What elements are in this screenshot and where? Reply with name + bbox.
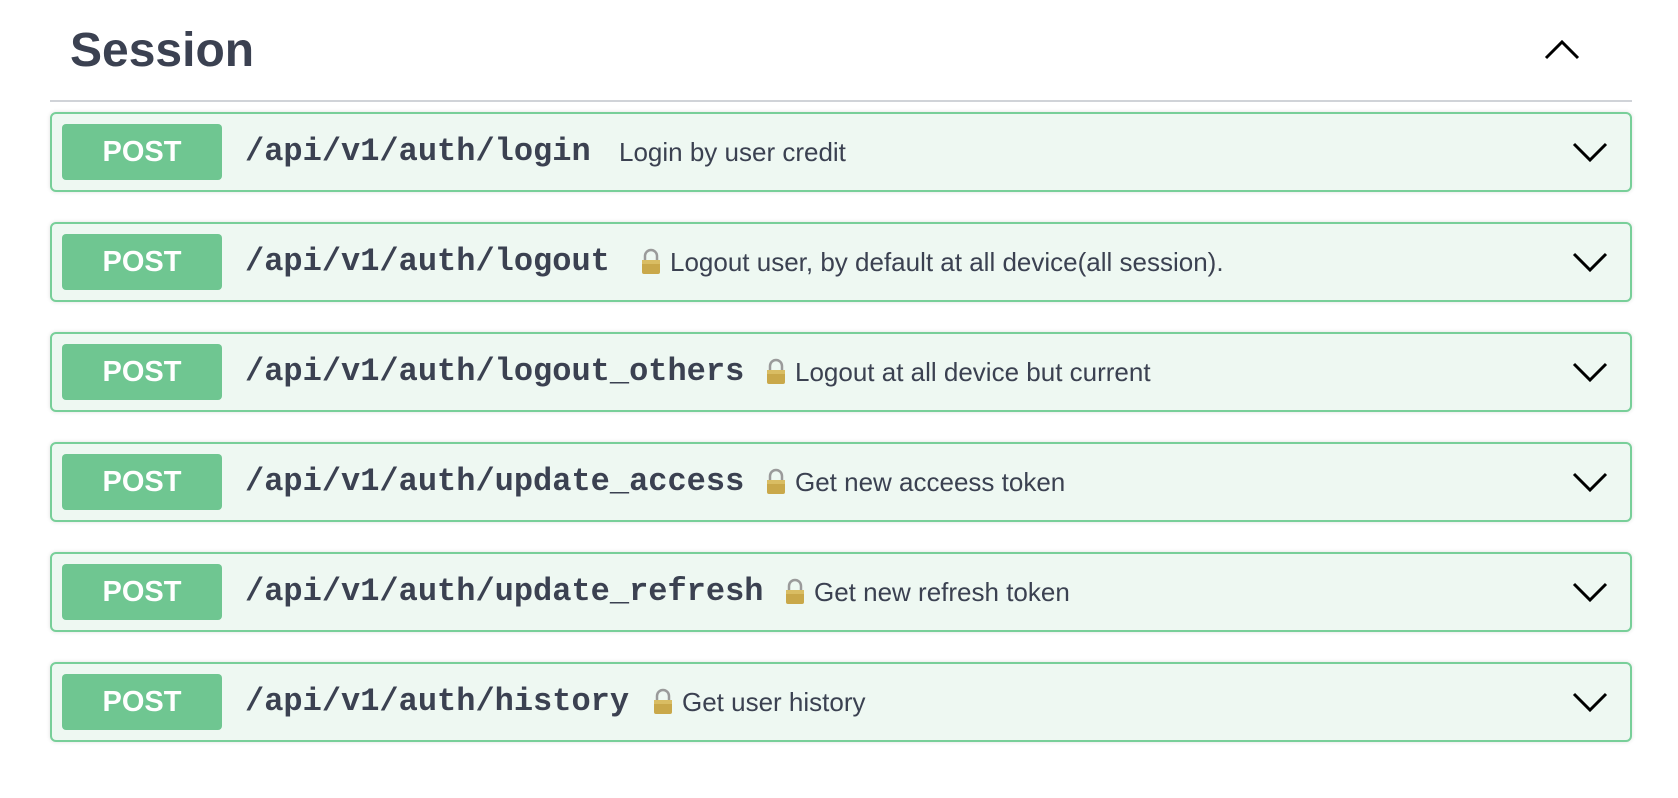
operation-summary: Get user history: [652, 664, 866, 740]
operation-logout[interactable]: POST /api/v1/auth/logout Logout user, by…: [50, 222, 1632, 302]
method-badge: POST: [62, 674, 222, 730]
operation-login[interactable]: POST /api/v1/auth/login Login by user cr…: [50, 112, 1632, 192]
operation-update-access[interactable]: POST /api/v1/auth/update_access Get new …: [50, 442, 1632, 522]
operation-path: /api/v1/auth/history: [245, 683, 630, 720]
operation-summary-text: Get user history: [682, 687, 866, 717]
operation-logout-others[interactable]: POST /api/v1/auth/logout_others Logout a…: [50, 332, 1632, 412]
operation-summary-text: Get new acceess token: [795, 467, 1066, 497]
chevron-down-icon[interactable]: [1570, 574, 1610, 610]
chevron-up-icon[interactable]: [1540, 30, 1584, 74]
method-badge: POST: [62, 454, 222, 510]
lock-icon[interactable]: [765, 468, 787, 496]
operation-summary-text: Logout at all device but current: [795, 357, 1151, 387]
operation-summary: Get new refresh token: [784, 554, 1070, 630]
operation-path: /api/v1/auth/update_refresh: [245, 573, 764, 610]
lock-icon[interactable]: [640, 248, 662, 276]
operation-path: /api/v1/auth/login: [245, 133, 591, 170]
chevron-down-icon[interactable]: [1570, 464, 1610, 500]
chevron-down-icon[interactable]: [1570, 244, 1610, 280]
lock-icon[interactable]: [784, 578, 806, 606]
lock-icon[interactable]: [765, 358, 787, 386]
operation-path: /api/v1/auth/logout_others: [245, 353, 745, 390]
method-badge: POST: [62, 564, 222, 620]
operation-summary: Get new acceess token: [765, 444, 1065, 520]
operation-summary: Logout at all device but current: [765, 334, 1151, 410]
operation-update-refresh[interactable]: POST /api/v1/auth/update_refresh Get new…: [50, 552, 1632, 632]
operation-path: /api/v1/auth/logout: [245, 243, 610, 280]
operation-summary-text: Logout user, by default at all device(al…: [670, 247, 1224, 277]
operation-path: /api/v1/auth/update_access: [245, 463, 745, 500]
lock-icon[interactable]: [652, 688, 674, 716]
operation-summary-text: Get new refresh token: [814, 577, 1070, 607]
method-badge: POST: [62, 344, 222, 400]
operation-history[interactable]: POST /api/v1/auth/history Get user histo…: [50, 662, 1632, 742]
section-header[interactable]: Session: [50, 0, 1632, 102]
operation-summary: Logout user, by default at all device(al…: [640, 224, 1224, 300]
operation-summary-text: Login by user credit: [619, 137, 846, 167]
section-title: Session: [70, 24, 255, 77]
method-badge: POST: [62, 124, 222, 180]
chevron-down-icon[interactable]: [1570, 684, 1610, 720]
chevron-down-icon[interactable]: [1570, 354, 1610, 390]
method-badge: POST: [62, 234, 222, 290]
chevron-down-icon[interactable]: [1570, 134, 1610, 170]
session-section: Session POST /api/v1/auth/login Login by…: [50, 0, 1632, 742]
operation-summary: Login by user credit: [619, 114, 846, 190]
